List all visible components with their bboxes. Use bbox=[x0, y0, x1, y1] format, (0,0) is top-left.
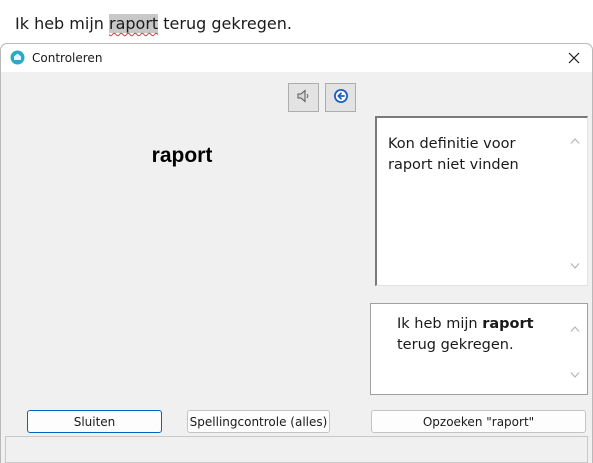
context-prefix: Ik heb mijn bbox=[397, 316, 483, 332]
speaker-icon bbox=[296, 88, 312, 108]
scroll-up-icon[interactable] bbox=[570, 137, 580, 145]
definition-panel[interactable]: Kon definitie voor raport niet vinden bbox=[375, 116, 588, 286]
definition-text: Kon definitie voor raport niet vinden bbox=[388, 136, 519, 173]
status-bar bbox=[5, 436, 588, 463]
document-text-suffix: terug gekregen. bbox=[158, 14, 292, 33]
dialog-title: Controleren bbox=[32, 51, 103, 65]
context-suffix: terug gekregen. bbox=[397, 337, 514, 353]
back-arrow-icon bbox=[333, 88, 349, 108]
app-icon bbox=[10, 50, 25, 65]
close-icon[interactable] bbox=[564, 48, 584, 68]
scroll-up-icon[interactable] bbox=[570, 325, 580, 333]
close-button[interactable]: Sluiten bbox=[27, 410, 162, 433]
context-word: raport bbox=[482, 316, 534, 332]
scroll-down-icon[interactable] bbox=[570, 371, 580, 379]
scroll-down-icon[interactable] bbox=[570, 262, 580, 270]
misspelled-word-highlight[interactable]: raport bbox=[109, 14, 159, 33]
checked-word: raport bbox=[151, 144, 213, 167]
lookup-button[interactable]: Opzoeken "raport" bbox=[371, 410, 586, 433]
spellcheck-all-button[interactable]: Spellingcontrole (alles) bbox=[187, 410, 330, 433]
dialog-titlebar: Controleren bbox=[1, 44, 592, 72]
context-text: Ik heb mijn raport terug gekregen. bbox=[397, 314, 547, 356]
speak-button[interactable] bbox=[288, 83, 319, 112]
back-button[interactable] bbox=[325, 83, 356, 112]
context-panel[interactable]: Ik heb mijn raport terug gekregen. bbox=[370, 303, 588, 395]
document-text-line: Ik heb mijn raport terug gekregen. bbox=[15, 13, 292, 35]
document-text-prefix: Ik heb mijn bbox=[15, 14, 109, 33]
check-dialog: Controleren raport Kon definitie voor ra… bbox=[0, 43, 593, 463]
